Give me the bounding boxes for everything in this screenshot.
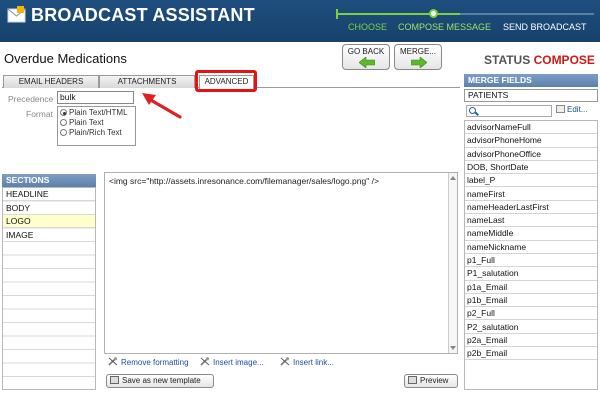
search-icon-handle [475,111,479,116]
merge-field-item[interactable]: p2_Full [465,307,597,321]
sections-header: SECTIONS [2,174,96,187]
format-option-label: Plain Text [69,118,104,127]
format-option-label: Plain Text/HTML [69,108,128,117]
tab-highlight-annotation [195,70,257,92]
merge-field-item[interactable]: advisorPhoneOffice [465,148,597,161]
tab-email-headers[interactable]: EMAIL HEADERS [3,75,99,88]
merge-fields-search[interactable] [466,105,552,117]
app-header: BROADCAST ASSISTANT CHOOSE COMPOSE MESSA… [0,0,600,42]
format-option-plain-text[interactable]: Plain Text [60,118,104,127]
merge-field-item[interactable]: nameLast [465,214,597,228]
section-item-body[interactable]: BODY [3,201,95,215]
merge-field-item[interactable]: p2a_Email [465,334,597,348]
section-item-image[interactable]: IMAGE [3,228,95,242]
merge-fields-list: advisorNameFull advisorPhoneHome advisorPh… [464,120,598,390]
edit-label: Edit... [567,105,588,114]
scroll-up-icon[interactable] [450,176,456,180]
step-send-broadcast[interactable]: SEND BROADCAST [503,22,587,32]
merge-field-item[interactable]: advisorPhoneHome [465,134,597,148]
save-as-template-label: Save as new template [122,376,201,385]
precedence-label: Precedence [8,94,54,104]
format-label: Format [26,109,53,119]
progress-start-tick [336,9,338,19]
section-item-headline[interactable]: HEADLINE [3,188,95,201]
insert-image-label: Insert image... [213,358,264,367]
tab-attachments[interactable]: ATTACHMENTS [99,75,195,88]
progress-track-done [336,13,460,15]
radio-icon [60,129,67,136]
status-key: STATUS [484,53,531,67]
insert-link-label: Insert link... [293,358,334,367]
status-value: COMPOSE [533,53,595,67]
save-icon [110,376,119,384]
precedence-input[interactable]: bulk [57,91,134,104]
envelope-icon [7,6,26,23]
merge-field-item[interactable]: nameHeaderLastFirst [465,201,597,215]
insert-image-link[interactable]: Insert image... [200,357,264,367]
page-title: Overdue Medications [4,51,127,66]
save-as-template-button[interactable]: Save as new template [106,374,214,388]
scroll-down-icon[interactable] [450,346,456,350]
merge-field-item[interactable]: p1_Full [465,254,597,268]
merge-field-item[interactable]: nameNickname [465,241,597,254]
merge-label: MERGE... [399,47,436,56]
merge-field-item[interactable]: p2b_Email [465,347,597,361]
arrow-right-icon [411,57,427,68]
go-back-label: GO BACK [347,47,385,56]
step-compose-message: COMPOSE MESSAGE [398,22,492,32]
merge-field-item[interactable]: P1_salutation [465,267,597,281]
format-option-plain-text-html[interactable]: Plain Text/HTML [60,108,128,117]
go-back-button[interactable]: GO BACK [342,44,390,70]
merge-field-item[interactable]: p1b_Email [465,294,597,308]
merge-button[interactable]: MERGE... [394,44,442,70]
format-options: Plain Text/HTML Plain Text Plain/Rich Te… [57,106,136,146]
merge-field-item[interactable]: nameFirst [465,188,597,201]
merge-fields-edit-link[interactable]: Edit... [556,105,587,114]
wrench-icon [108,357,118,366]
preview-button[interactable]: Preview [404,374,458,388]
merge-field-item[interactable]: P2_salutation [465,321,597,334]
preview-icon [408,376,417,384]
wrench-icon [280,357,290,366]
merge-field-item[interactable]: label_P [465,174,597,188]
merge-fields-header: MERGE FIELDS [464,74,598,87]
radio-selected-icon [60,109,67,116]
insert-link-link[interactable]: Insert link... [280,357,334,367]
section-item-logo[interactable]: LOGO [3,215,95,228]
merge-field-item[interactable]: DOB, ShortDate [465,161,597,175]
merge-field-item[interactable]: p1a_Email [465,281,597,294]
editor-scrollbar[interactable] [448,173,457,353]
status-indicator: STATUS COMPOSE [484,53,595,67]
step-choose[interactable]: CHOOSE [348,22,387,32]
format-option-plain-rich-text[interactable]: Plain/Rich Text [60,128,122,137]
remove-formatting-link[interactable]: Remove formatting [108,357,189,367]
merge-field-item[interactable]: advisorNameFull [465,121,597,135]
merge-field-item[interactable]: nameMiddle [465,227,597,241]
sections-list: HEADLINE BODY LOGO IMAGE [2,187,96,390]
app-title: BROADCAST ASSISTANT [31,5,255,25]
merge-source-select[interactable]: PATIENTS [464,89,598,102]
arrow-left-icon [359,57,375,68]
section-editor[interactable]: <img src="http://assets.inresonance.com/… [104,172,458,354]
edit-icon [556,105,565,113]
format-option-label: Plain/Rich Text [69,128,122,137]
wrench-icon [200,357,210,366]
preview-label: Preview [420,376,449,385]
red-arrow-annotation [142,93,182,119]
editor-content: <img src="http://assets.inresonance.com/… [109,176,379,186]
radio-icon [60,119,67,126]
remove-formatting-label: Remove formatting [121,358,189,367]
step-current-marker [429,9,438,18]
